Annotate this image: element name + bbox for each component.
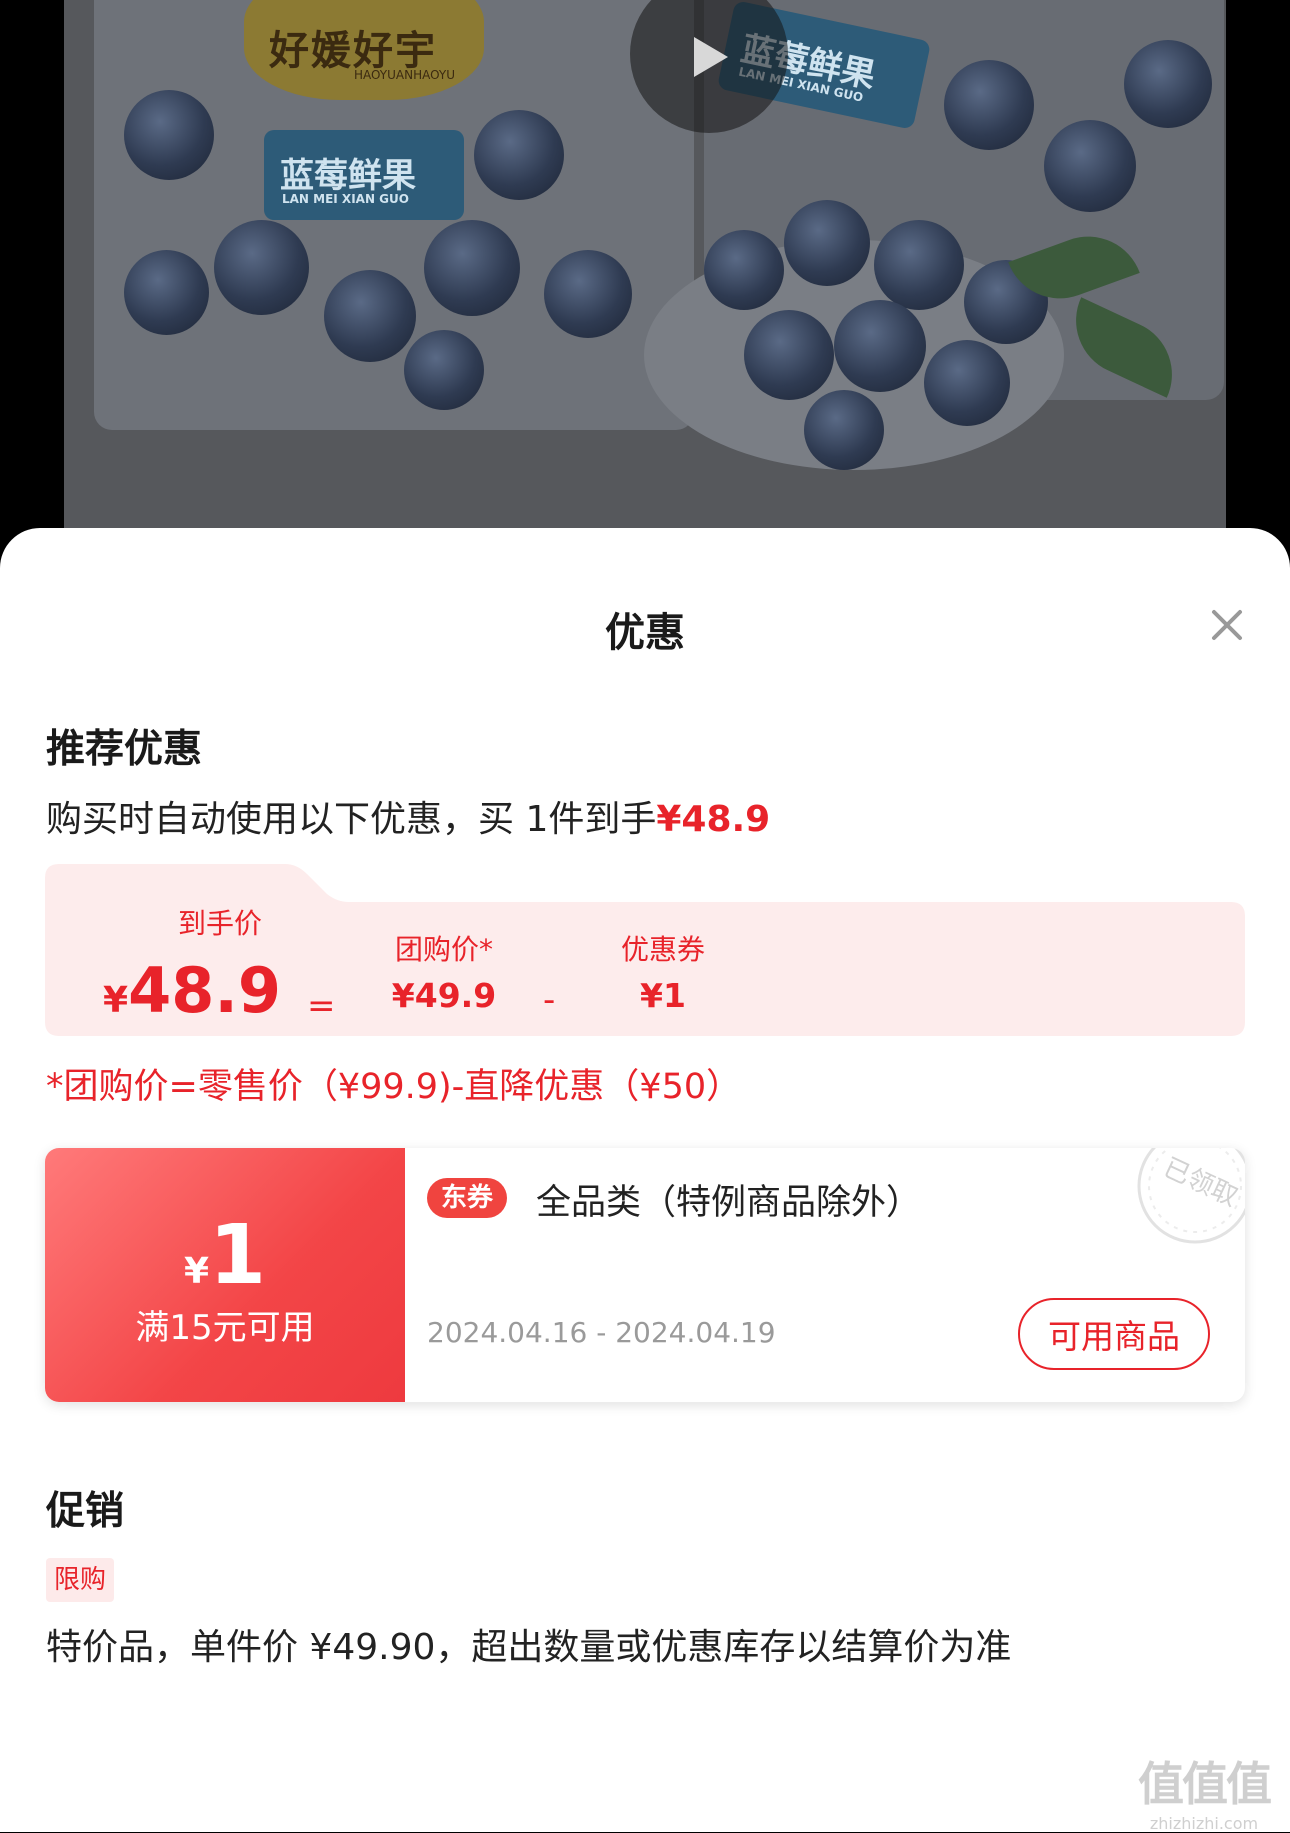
close-button[interactable]	[1204, 602, 1250, 648]
blueberry	[924, 340, 1010, 426]
final-price-label: 到手价	[177, 907, 262, 940]
coupon-amount-value: 1	[209, 1208, 267, 1303]
eligible-products-button[interactable]: 可用商品	[1018, 1298, 1210, 1370]
coupon-amount-panel: ¥1 满15元可用	[45, 1148, 405, 1402]
blueberry	[1044, 120, 1136, 212]
final-price-value: 48.9	[128, 954, 282, 1027]
blueberry	[704, 230, 784, 310]
recommended-summary: 购买时自动使用以下优惠，买 1件到手¥48.9	[46, 790, 770, 842]
blueberry	[124, 90, 214, 180]
blueberry	[744, 310, 834, 400]
blueberry	[324, 270, 416, 362]
blueberry	[1124, 40, 1212, 128]
group-price-footnote: *团购价=零售价（¥99.9)-直降优惠（¥50）	[46, 1067, 742, 1107]
recommended-title: 推荐优惠	[46, 727, 203, 772]
blueberry	[474, 110, 564, 200]
equals-sign: =	[307, 986, 336, 1026]
coupon-amount: ¥1	[45, 1208, 405, 1303]
coupon-value: ¥1	[640, 976, 686, 1015]
blueberry	[404, 330, 484, 410]
summary-price: ¥48.9	[656, 799, 771, 840]
brand-subtext: HAOYUANHAOYU	[354, 68, 456, 82]
price-breakdown-card: 到手价 ¥48.9 = 团购价* ¥49.9 - 优惠券 ¥1	[45, 864, 1245, 1036]
blueberry	[424, 220, 520, 316]
coupon-type-badge: 东券	[427, 1178, 508, 1218]
coupon-card[interactable]: ¥1 满15元可用 东券 全品类（特例商品除外） 2024.04.16 - 20…	[45, 1148, 1245, 1402]
site-watermark: 值值值 zhizhizhi.com	[1138, 1748, 1272, 1833]
watermark-logo: 值值值	[1138, 1757, 1272, 1811]
minus-sign: -	[543, 980, 556, 1020]
group-price-value: ¥49.9	[391, 976, 497, 1015]
coupon-label: 优惠券	[620, 933, 705, 966]
final-price: ¥48.9	[103, 954, 281, 1027]
limit-badge: 限购	[46, 1558, 115, 1602]
blueberry	[804, 390, 884, 470]
close-icon	[1212, 610, 1242, 640]
blueberry	[214, 220, 309, 315]
blueberry	[544, 250, 632, 338]
coupon-description: 全品类（特例商品除外）	[536, 1183, 922, 1223]
group-price-label: 团购价*	[394, 933, 493, 966]
watermark-url: zhizhizhi.com	[1149, 1814, 1259, 1833]
blueberry	[944, 60, 1034, 150]
blueberry	[784, 200, 870, 286]
claimed-stamp-icon: 已领取	[1137, 1148, 1245, 1244]
promotion-description: 特价品，单件价 ¥49.90，超出数量或优惠库存以结算价为准	[46, 1627, 1012, 1668]
coupon-validity-dates: 2024.04.16 - 2024.04.19	[427, 1316, 776, 1349]
play-icon	[694, 37, 728, 77]
coupon-currency: ¥	[183, 1251, 209, 1292]
blueberry	[874, 220, 964, 310]
summary-text: 购买时自动使用以下优惠，买 1件到手	[46, 799, 657, 840]
product-image[interactable]: 好媛好宇 HAOYUANHAOYU 蓝莓鲜果 LAN MEI XIAN GUO …	[64, 0, 1226, 540]
discount-sheet: 优惠 推荐优惠 购买时自动使用以下优惠，买 1件到手¥48.9 到手价 ¥48.…	[0, 528, 1290, 1833]
coupon-condition: 满15元可用	[135, 1308, 315, 1348]
product-tag-subtitle: LAN MEI XIAN GUO	[282, 192, 409, 206]
product-tag: 蓝莓鲜果 LAN MEI XIAN GUO	[264, 130, 464, 220]
promotion-title: 促销	[46, 1489, 125, 1534]
stamp-text: 已领取	[1159, 1153, 1242, 1213]
blueberry	[834, 300, 926, 392]
final-price-currency: ¥	[103, 980, 129, 1021]
sheet-title: 优惠	[605, 610, 685, 656]
product-media-area: 好媛好宇 HAOYUANHAOYU 蓝莓鲜果 LAN MEI XIAN GUO …	[0, 0, 1290, 540]
blueberry	[124, 250, 209, 335]
product-tag-title: 蓝莓鲜果	[280, 156, 416, 196]
